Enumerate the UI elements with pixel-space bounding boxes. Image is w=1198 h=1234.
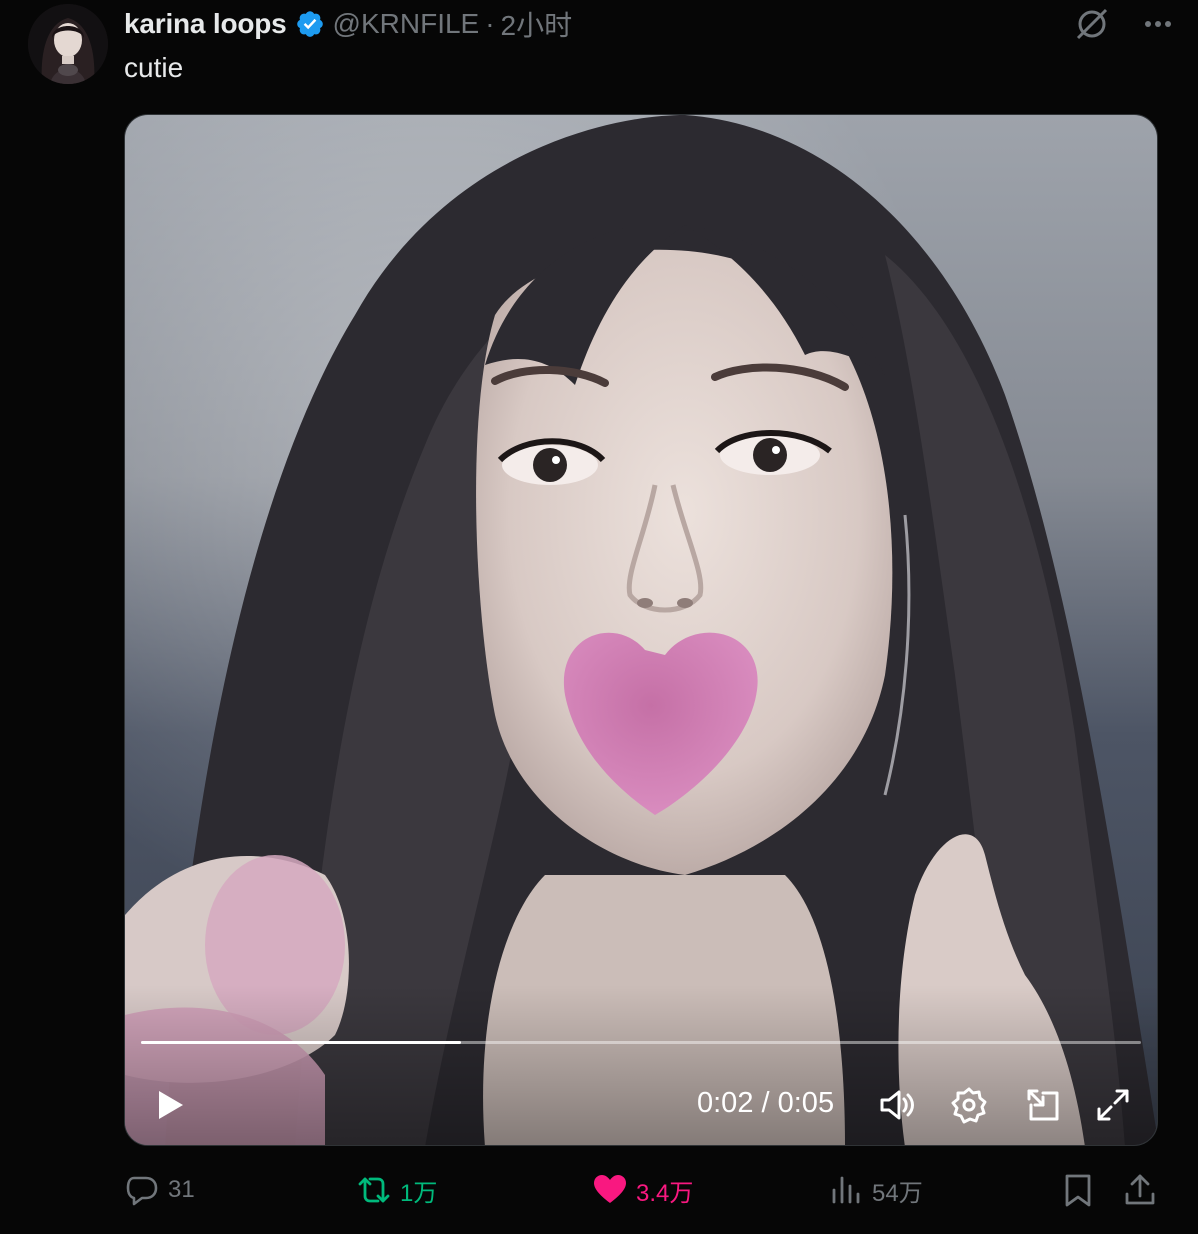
bookmark-button[interactable] — [1060, 1172, 1104, 1208]
reply-button[interactable]: 31 — [124, 1172, 195, 1208]
verified-badge-icon[interactable] — [295, 9, 325, 39]
display-name[interactable]: karina loops — [124, 8, 287, 40]
views-icon — [832, 1176, 860, 1204]
avatar[interactable] — [28, 4, 108, 84]
gear-icon[interactable] — [949, 1085, 989, 1125]
video-player[interactable]: 0:02 / 0:05 — [124, 114, 1158, 1146]
tweet-actions: 31 1万 3.4万 54万 — [124, 1172, 1178, 1216]
grok-icon[interactable] — [1074, 6, 1110, 42]
video-progress-fill — [141, 1041, 461, 1044]
more-icon[interactable] — [1140, 6, 1176, 42]
tweet: karina loops @KRNFILE · 2小时 cutie 0:02 /… — [0, 0, 1198, 1234]
video-time-separator: / — [753, 1087, 778, 1119]
reply-count: 31 — [168, 1176, 195, 1203]
heart-icon — [594, 1175, 626, 1203]
timestamp[interactable]: 2小时 — [501, 4, 573, 44]
tweet-top-actions — [1074, 6, 1176, 42]
tweet-header: karina loops @KRNFILE · 2小时 — [124, 6, 572, 42]
video-current-time: 0:02 — [697, 1087, 754, 1119]
tweet-text: cutie — [124, 52, 184, 83]
retweet-count: 1万 — [400, 1179, 438, 1207]
video-time: 0:02 / 0:05 — [697, 1087, 834, 1120]
view-count: 54万 — [872, 1179, 923, 1207]
share-button[interactable] — [1122, 1172, 1166, 1208]
views-button[interactable]: 54万 — [828, 1172, 923, 1208]
like-count: 3.4万 — [636, 1179, 694, 1207]
author-handle[interactable]: @KRNFILE — [333, 8, 480, 40]
share-icon — [1125, 1174, 1155, 1205]
reply-icon — [126, 1176, 158, 1206]
retweet-icon — [358, 1177, 390, 1203]
like-button[interactable]: 3.4万 — [592, 1172, 693, 1208]
fullscreen-icon[interactable] — [1093, 1085, 1133, 1125]
video-controls: 0:02 / 0:05 — [125, 1065, 1157, 1141]
video-progress-bar[interactable] — [141, 1041, 1141, 1044]
bookmark-icon — [1065, 1174, 1091, 1207]
volume-icon[interactable] — [877, 1085, 917, 1125]
separator-dot: · — [485, 8, 495, 39]
retweet-button[interactable]: 1万 — [356, 1172, 437, 1208]
play-icon[interactable] — [151, 1087, 187, 1123]
picture-in-picture-icon[interactable] — [1023, 1085, 1063, 1125]
video-duration: 0:05 — [777, 1087, 835, 1119]
